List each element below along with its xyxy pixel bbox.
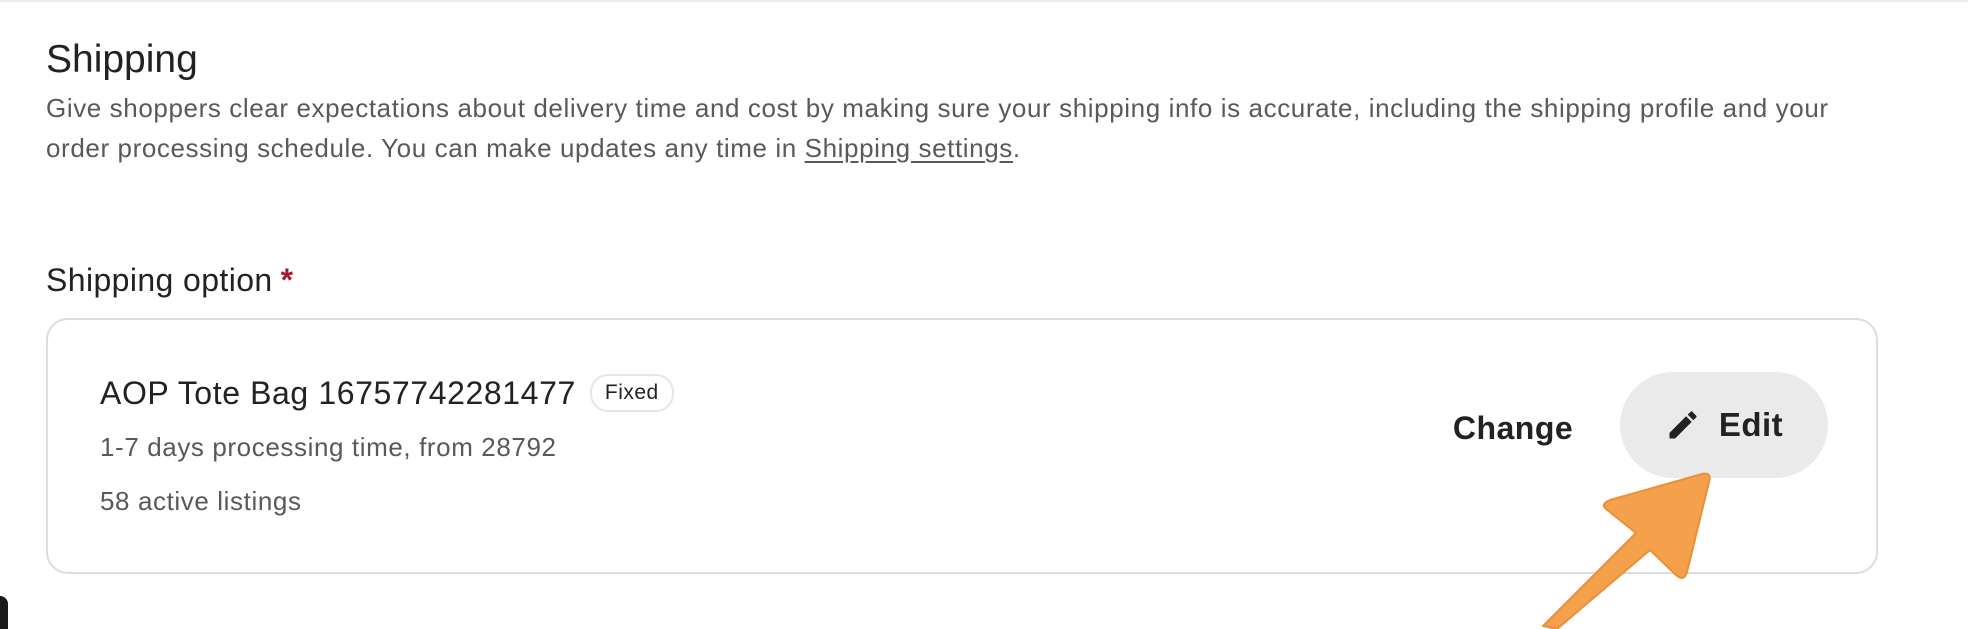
change-shipping-profile-button[interactable]: Change xyxy=(1432,400,1594,456)
pencil-icon xyxy=(1665,407,1701,443)
shipping-option-label-text: Shipping option xyxy=(46,262,273,298)
profile-name-row: AOP Tote Bag 16757742281477 Fixed xyxy=(100,372,674,414)
shipping-settings-link[interactable]: Shipping settings xyxy=(805,133,1013,163)
corner-fragment xyxy=(0,596,8,629)
shipping-section-title: Shipping xyxy=(46,38,198,81)
shipping-section-description: Give shoppers clear expectations about d… xyxy=(46,88,1886,168)
listing-editor-page: Shipping Give shoppers clear expectation… xyxy=(0,0,1968,629)
shipping-option-label: Shipping option * xyxy=(46,258,293,302)
profile-type-badge: Fixed xyxy=(589,374,674,412)
edit-button-label: Edit xyxy=(1718,406,1784,443)
active-listings-count: 58 active listings xyxy=(100,486,302,516)
annotation-arrow-icon xyxy=(1542,472,1711,629)
description-end: . xyxy=(1012,133,1021,163)
processing-time-text: 1-7 days processing time, from 28792 xyxy=(100,432,557,462)
required-asterisk: * xyxy=(280,262,294,298)
top-divider xyxy=(0,0,1968,2)
shipping-profile-name: AOP Tote Bag 16757742281477 xyxy=(100,375,576,411)
